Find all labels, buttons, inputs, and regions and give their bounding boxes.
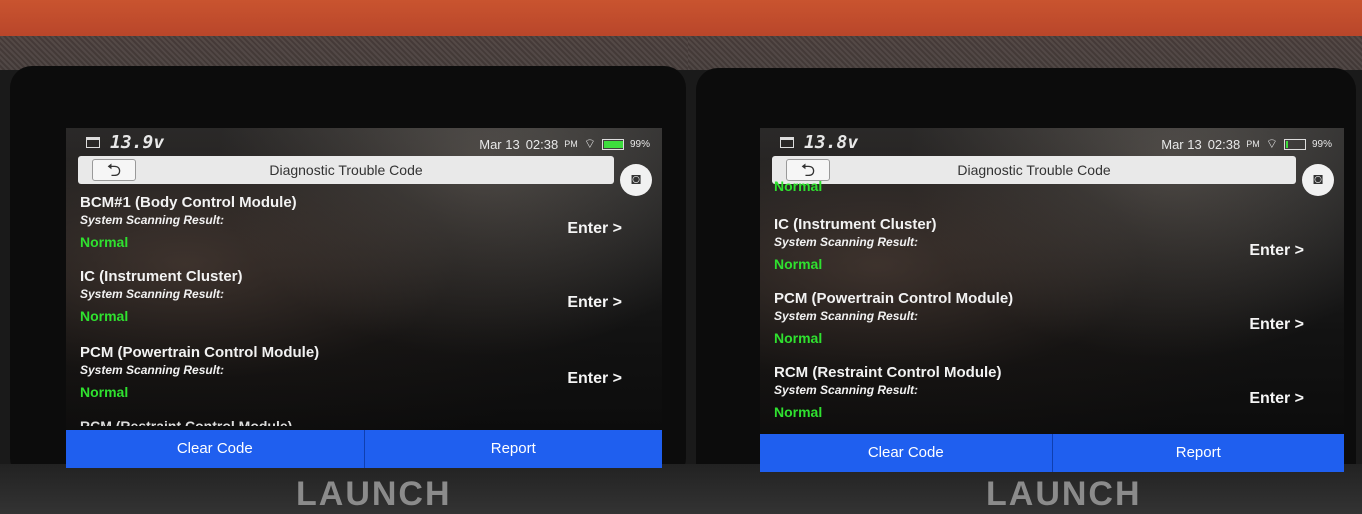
enter-button[interactable]: Enter > xyxy=(567,220,622,238)
brand-logo: LAUNCH xyxy=(296,475,452,513)
device-screen: 13.9v Mar 13 02:38 PM ⌔ 99% ⮌ Diagnostic… xyxy=(66,128,662,468)
scan-label: System Scanning Result: xyxy=(80,213,225,227)
status-time: 02:38 xyxy=(1207,136,1241,152)
enter-button[interactable]: Enter > xyxy=(1249,316,1304,334)
battery-voltage: 13.9v xyxy=(110,132,165,153)
device-housing-bottom: LAUNCH xyxy=(0,464,688,514)
scan-label: System Scanning Result: xyxy=(774,383,919,397)
battery-percent: 99% xyxy=(1311,138,1332,150)
status-date: Mar 13 xyxy=(1161,136,1202,152)
clear-code-button[interactable]: Clear Code xyxy=(66,430,364,468)
module-list: BCM#1 (Body Control Module) System Scann… xyxy=(66,184,662,432)
scan-status: Normal xyxy=(774,178,823,194)
page-title: Diagnostic Trouble Code xyxy=(269,162,423,178)
module-name: IC (Instrument Cluster) xyxy=(80,268,243,285)
list-item: PCM (Powertrain Control Module) System S… xyxy=(80,344,622,414)
scan-status: Normal xyxy=(80,308,129,324)
scan-label: System Scanning Result: xyxy=(80,287,225,301)
status-date: Mar 13 xyxy=(479,136,520,152)
module-name: PCM (Powertrain Control Module) xyxy=(80,344,320,361)
scan-status: Normal xyxy=(80,384,129,400)
page-title: Diagnostic Trouble Code xyxy=(957,162,1111,178)
wifi-icon: ⌔ xyxy=(1265,136,1278,151)
battery-percent: 99% xyxy=(629,138,650,150)
left-photo: LAUNCH 13.9v Mar 13 02:38 PM ⌔ 99% ⮌ Dia… xyxy=(0,0,688,514)
battery-voltage: 13.8v xyxy=(804,132,859,153)
right-photo: LAUNCH 13.8v Mar 13 02:38 PM ⌔ 99% ⮌ Dia… xyxy=(688,0,1362,514)
scan-label: System Scanning Result: xyxy=(80,363,225,377)
module-name: RCM (Restraint Control Module) xyxy=(774,364,1002,381)
device-housing-top xyxy=(0,0,688,70)
report-button[interactable]: Report xyxy=(1051,434,1345,472)
module-name: PCM (Powertrain Control Module) xyxy=(774,290,1014,307)
battery-icon xyxy=(1283,138,1306,150)
module-name: IC (Instrument Cluster) xyxy=(774,216,937,233)
title-bar: ⮌ Diagnostic Trouble Code xyxy=(772,156,1296,184)
action-bar: Clear Code Report xyxy=(760,434,1344,472)
enter-button[interactable]: Enter > xyxy=(567,370,622,388)
module-list: Normal IC (Instrument Cluster) System Sc… xyxy=(760,178,1344,436)
status-ampm: PM xyxy=(564,139,578,149)
action-bar: Clear Code Report xyxy=(66,430,662,468)
list-item: BCM#1 (Body Control Module) System Scann… xyxy=(80,194,622,264)
status-bar: 13.9v Mar 13 02:38 PM ⌔ 99% xyxy=(66,128,662,156)
list-item: PCM (Powertrain Control Module) System S… xyxy=(774,290,1304,360)
title-bar: ⮌ Diagnostic Trouble Code xyxy=(78,156,614,184)
clear-code-button[interactable]: Clear Code xyxy=(760,434,1052,472)
back-arrow-icon: ⮌ xyxy=(800,160,816,180)
scan-status: Normal xyxy=(774,256,823,272)
wifi-icon: ⌔ xyxy=(583,136,596,151)
device-housing-top xyxy=(688,0,1362,70)
back-button[interactable]: ⮌ xyxy=(92,159,136,181)
scan-status: Normal xyxy=(774,404,823,420)
scan-status: Normal xyxy=(774,330,823,346)
list-item: IC (Instrument Cluster) System Scanning … xyxy=(774,216,1304,286)
scan-label: System Scanning Result: xyxy=(774,235,919,249)
battery-icon xyxy=(601,138,624,150)
calendar-icon xyxy=(780,137,794,148)
list-item: IC (Instrument Cluster) System Scanning … xyxy=(80,268,622,338)
calendar-icon xyxy=(86,137,100,148)
list-item: RCM (Restraint Control Module) System Sc… xyxy=(774,364,1304,434)
status-time: 02:38 xyxy=(525,136,559,152)
back-arrow-icon: ⮌ xyxy=(106,160,122,180)
status-ampm: PM xyxy=(1246,139,1260,149)
device-screen: 13.8v Mar 13 02:38 PM ⌔ 99% ⮌ Diagnostic… xyxy=(760,128,1344,472)
status-bar: 13.8v Mar 13 02:38 PM ⌔ 99% xyxy=(760,128,1344,156)
module-name: BCM#1 (Body Control Module) xyxy=(80,194,297,211)
scan-status: Normal xyxy=(80,234,129,250)
brand-logo: LAUNCH xyxy=(986,475,1142,513)
report-button[interactable]: Report xyxy=(363,430,663,468)
enter-button[interactable]: Enter > xyxy=(1249,242,1304,260)
scan-label: System Scanning Result: xyxy=(774,309,919,323)
enter-button[interactable]: Enter > xyxy=(567,294,622,312)
enter-button[interactable]: Enter > xyxy=(1249,390,1304,408)
